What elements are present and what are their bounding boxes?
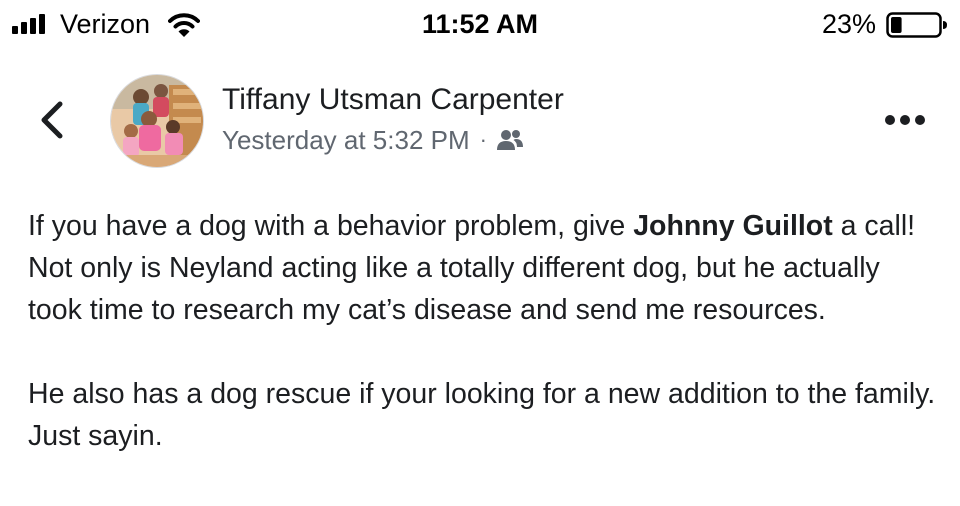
avatar[interactable] bbox=[110, 74, 204, 168]
post-timestamp[interactable]: Yesterday at 5:32 PM bbox=[222, 122, 470, 158]
clock-time: 11:52 AM bbox=[421, 9, 539, 39]
post-meta: Yesterday at 5:32 PM · bbox=[222, 122, 525, 158]
friends-icon[interactable] bbox=[495, 128, 525, 152]
post-text: If you have a dog with a behavior proble… bbox=[28, 210, 634, 242]
post-paragraph: If you have a dog with a behavior proble… bbox=[28, 205, 938, 331]
avatar-photo bbox=[111, 75, 203, 167]
post-body: If you have a dog with a behavior proble… bbox=[28, 205, 938, 457]
author-name[interactable]: Tiffany Utsman Carpenter bbox=[222, 82, 564, 118]
chevron-left-icon[interactable] bbox=[38, 100, 68, 140]
post-header: Tiffany Utsman Carpenter Yesterday at 5:… bbox=[0, 70, 960, 170]
post-paragraph: He also has a dog rescue if your looking… bbox=[28, 378, 936, 452]
battery-icon bbox=[886, 12, 947, 38]
more-horizontal-icon[interactable] bbox=[884, 114, 926, 126]
meta-separator: · bbox=[479, 127, 487, 152]
battery-percent: 23% bbox=[822, 9, 877, 39]
status-bar: Verizon 11:52 AM 23% bbox=[0, 0, 960, 48]
mention-link[interactable]: Johnny Guillot bbox=[633, 210, 833, 242]
